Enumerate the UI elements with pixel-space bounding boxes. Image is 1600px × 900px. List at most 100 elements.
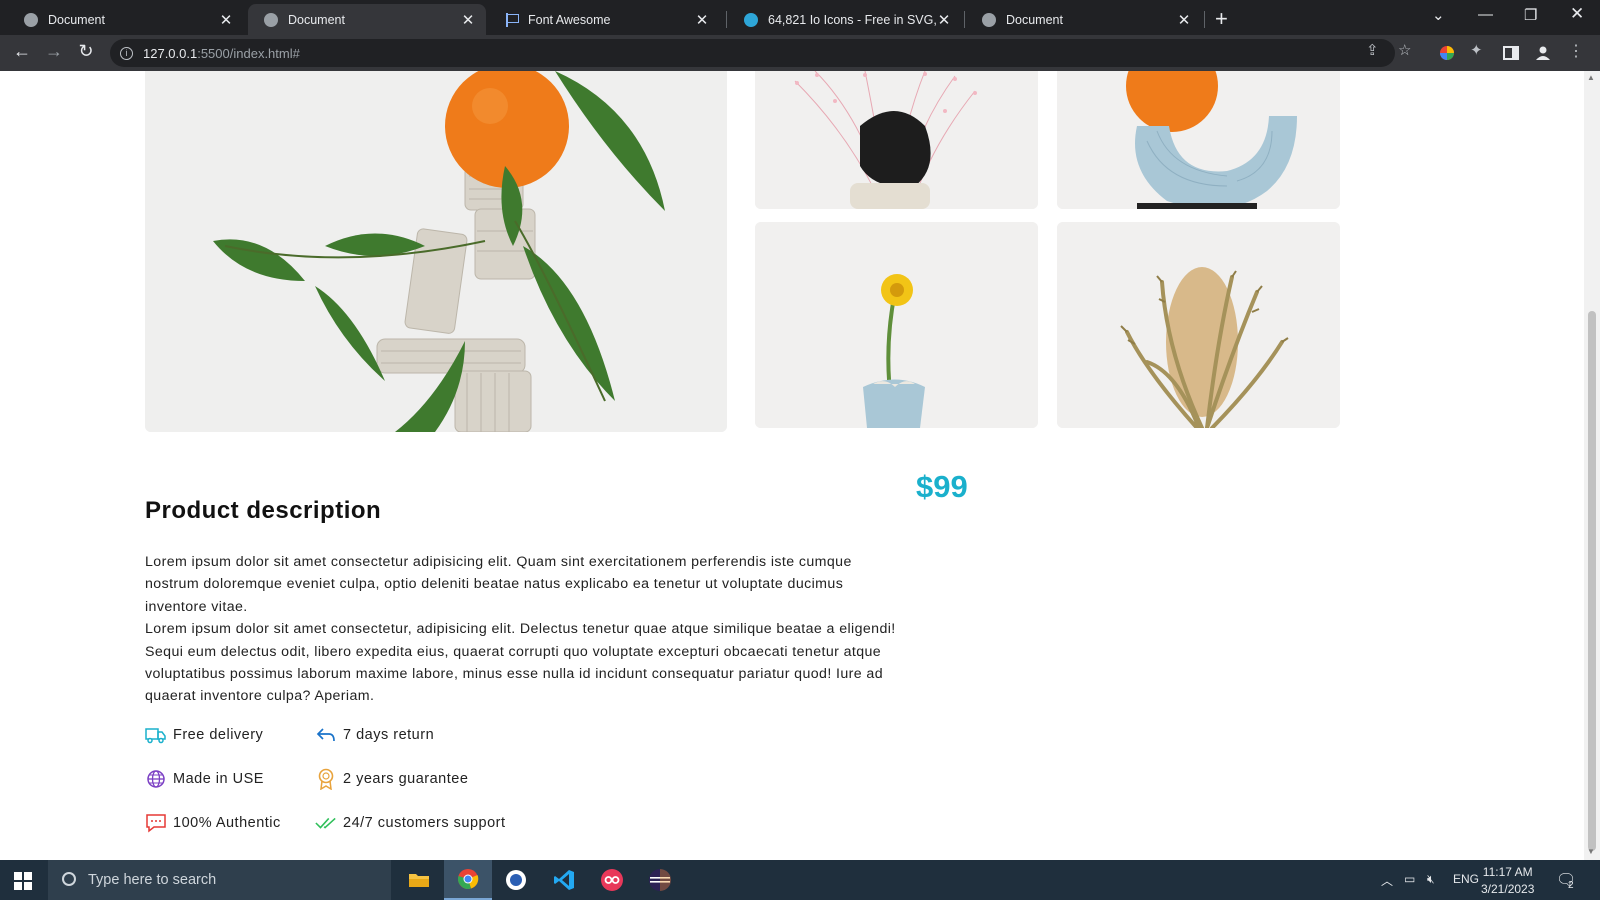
tab-font-awesome[interactable]: Font Awesome ✕ xyxy=(490,4,720,35)
close-window-button[interactable]: ✕ xyxy=(1570,4,1584,24)
side-panel-icon[interactable] xyxy=(1502,44,1520,62)
clock-time: 11:17 AM xyxy=(1482,865,1533,879)
close-tab-icon[interactable]: ✕ xyxy=(218,11,234,29)
profile-avatar-icon[interactable] xyxy=(1534,44,1552,62)
language-indicator[interactable]: ENG xyxy=(1453,872,1479,886)
eclipse-icon xyxy=(649,869,671,891)
close-tab-icon[interactable]: ✕ xyxy=(694,11,710,29)
tab-separator xyxy=(964,11,965,28)
share-icon[interactable]: ⇪ xyxy=(1366,41,1379,59)
url-host: 127.0.0.1 xyxy=(143,45,198,61)
feature-support: 24/7 customers support xyxy=(315,812,506,834)
tab-document-3[interactable]: Document ✕ xyxy=(966,4,1202,35)
browser-menu-icon[interactable]: ⋮ xyxy=(1568,41,1584,61)
scroll-down-arrow-icon[interactable]: ▼ xyxy=(1587,847,1595,856)
feature-label: 100% Authentic xyxy=(173,815,281,831)
product-thumbnail[interactable] xyxy=(1057,71,1340,209)
feature-label: 2 years guarantee xyxy=(343,771,469,787)
minimize-button[interactable]: — xyxy=(1478,6,1493,23)
search-icon xyxy=(62,872,76,886)
chat-bubble-icon xyxy=(145,812,167,834)
bookmark-star-icon[interactable]: ☆ xyxy=(1398,41,1411,59)
new-tab-button[interactable]: + xyxy=(1215,6,1228,32)
word-app[interactable] xyxy=(492,860,540,900)
tab-document-1[interactable]: Document ✕ xyxy=(8,4,244,35)
product-main-image[interactable] xyxy=(145,71,727,432)
close-tab-icon[interactable]: ✕ xyxy=(1176,11,1192,29)
tab-separator xyxy=(726,11,727,28)
tab-title: Document xyxy=(48,12,105,27)
browser-window: Document ✕ Document ✕ Font Awesome ✕ 64,… xyxy=(0,0,1600,71)
address-bar[interactable]: i 127.0.0.1:5500/index.html# xyxy=(110,39,1395,67)
globe-icon xyxy=(145,768,167,790)
eclipse-app[interactable] xyxy=(636,860,684,900)
award-icon xyxy=(315,768,337,790)
undo-arrow-icon xyxy=(315,724,337,746)
close-tab-icon[interactable]: ✕ xyxy=(936,11,952,29)
product-thumbnail[interactable] xyxy=(755,222,1038,428)
feature-returns: 7 days return xyxy=(315,724,434,746)
oo-app-icon xyxy=(601,869,623,891)
tab-io-icons[interactable]: 64,821 Io Icons - Free in SVG, PN ✕ xyxy=(728,4,962,35)
scrollbar-thumb[interactable] xyxy=(1588,311,1596,851)
windows-taskbar: Type here to search ︿ ▭ 🔇︎ ENG 11:17 AM … xyxy=(0,860,1600,900)
color-extension-icon[interactable] xyxy=(1438,44,1456,62)
browser-toolbar: ← → ↻ i 127.0.0.1:5500/index.html# ⇪ ☆ ✦… xyxy=(0,35,1600,71)
network-icon[interactable]: ▭ xyxy=(1404,872,1415,886)
double-check-icon xyxy=(315,812,337,834)
folder-icon xyxy=(409,874,429,887)
feature-label: Free delivery xyxy=(173,727,264,743)
windows-start-icon[interactable] xyxy=(14,872,32,890)
reload-icon[interactable]: ↻ xyxy=(75,41,97,62)
search-favicon-icon xyxy=(744,12,758,27)
orange-blue-vase-image xyxy=(1057,71,1340,209)
volume-muted-icon[interactable]: 🔇︎ xyxy=(1427,872,1435,887)
tab-strip: Document ✕ Document ✕ Font Awesome ✕ 64,… xyxy=(0,0,1600,35)
tab-search-chevron-icon[interactable]: ⌄ xyxy=(1432,6,1445,24)
back-arrow-icon[interactable]: ← xyxy=(11,41,33,62)
notification-count: 2 xyxy=(1568,880,1574,891)
product-description: Lorem ipsum dolor sit amet consectetur a… xyxy=(145,551,905,708)
feature-label: 7 days return xyxy=(343,727,435,743)
feature-label: 24/7 customers support xyxy=(343,815,506,831)
forward-arrow-icon[interactable]: → xyxy=(43,41,65,62)
word-circle-icon xyxy=(506,870,526,890)
chrome-app[interactable] xyxy=(444,860,492,900)
chrome-icon xyxy=(458,869,479,889)
oo-app[interactable] xyxy=(588,860,636,900)
clock-date: 3/21/2023 xyxy=(1481,882,1535,896)
extensions-puzzle-icon[interactable]: ✦ xyxy=(1470,41,1483,59)
dried-banksia-image xyxy=(1057,222,1340,428)
site-info-icon[interactable]: i xyxy=(120,46,133,60)
feature-origin: Made in USE xyxy=(145,768,264,790)
tab-separator xyxy=(1204,11,1205,28)
description-paragraph: Lorem ipsum dolor sit amet consectetur a… xyxy=(145,554,852,615)
file-explorer-app[interactable] xyxy=(395,860,443,900)
close-tab-icon[interactable]: ✕ xyxy=(460,11,476,29)
product-thumbnail[interactable] xyxy=(1057,222,1340,428)
globe-favicon-icon xyxy=(24,12,38,27)
vscode-icon xyxy=(554,870,574,890)
tab-title: Document xyxy=(288,12,345,27)
description-heading: Product description xyxy=(145,497,382,524)
tab-document-2[interactable]: Document ✕ xyxy=(248,4,486,35)
truck-icon xyxy=(145,724,167,746)
feature-free-delivery: Free delivery xyxy=(145,724,263,746)
taskbar-search-box[interactable]: Type here to search xyxy=(48,860,391,900)
description-paragraph: Lorem ipsum dolor sit amet consectetur, … xyxy=(145,621,896,705)
feature-guarantee: 2 years guarantee xyxy=(315,768,468,790)
product-price: $99 xyxy=(916,469,968,504)
product-thumbnail[interactable] xyxy=(755,71,1038,209)
scroll-up-arrow-icon[interactable]: ▲ xyxy=(1587,73,1595,82)
vscode-app[interactable] xyxy=(540,860,588,900)
tab-title: 64,821 Io Icons - Free in SVG, PN xyxy=(768,12,936,27)
restore-button[interactable]: ❐ xyxy=(1524,6,1537,24)
flag-favicon-icon xyxy=(506,12,519,27)
show-hidden-icons-chevron-icon[interactable]: ︿ xyxy=(1381,872,1393,889)
taskbar-clock[interactable]: 11:17 AM 3/21/2023 xyxy=(1481,864,1534,898)
page-scrollbar[interactable]: ▲ ▼ xyxy=(1584,71,1600,860)
feature-authentic: 100% Authentic xyxy=(145,812,281,834)
globe-favicon-icon xyxy=(264,12,278,27)
yellow-flower-image xyxy=(755,222,1038,428)
black-stone-flowers-image xyxy=(755,71,1038,209)
